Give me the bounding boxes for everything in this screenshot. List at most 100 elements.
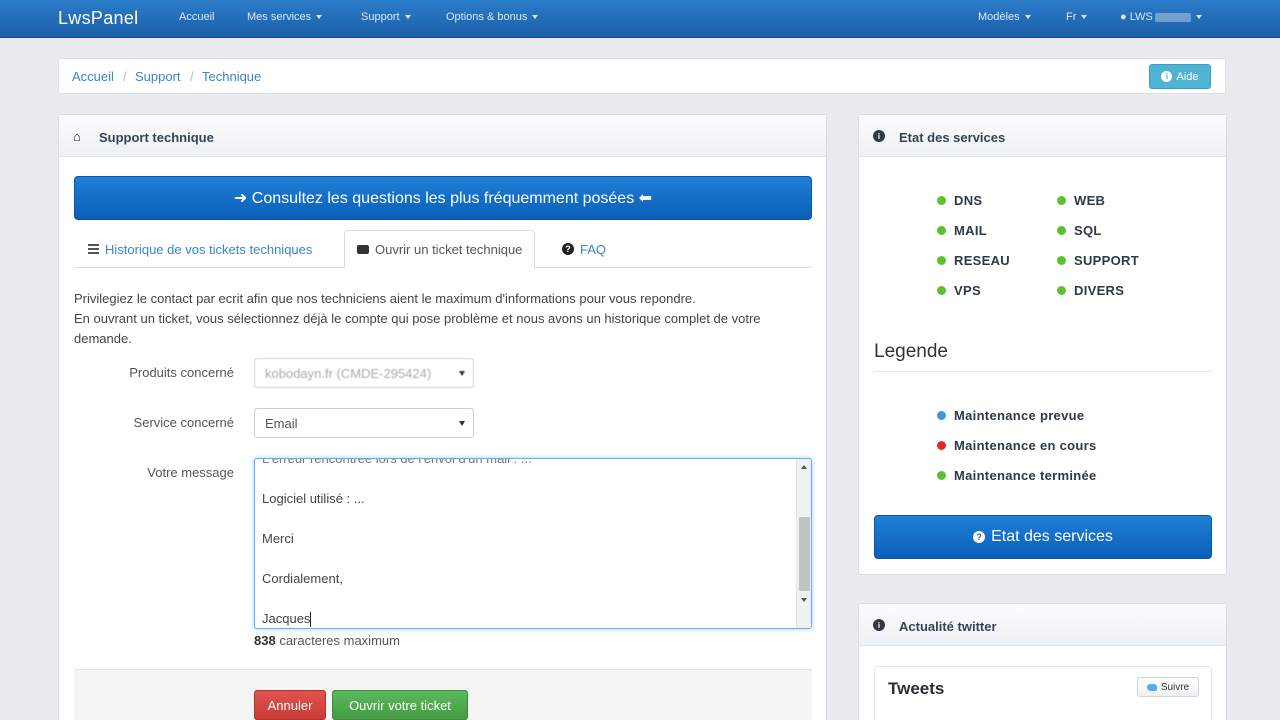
char-counter-text: caracteres maximum	[275, 633, 400, 648]
nav-user-menu[interactable]: ● LWS	[1120, 11, 1202, 23]
status-ok-icon	[937, 196, 946, 205]
legend-label: Maintenance en cours	[954, 438, 1097, 453]
twitter-panel-title: Actualité twitter	[899, 619, 997, 634]
nav-user-label: LWS	[1129, 11, 1153, 23]
nav-language-label: Fr	[1066, 11, 1077, 23]
user-icon: ●	[1120, 11, 1127, 23]
intro-text: Privilegiez le contact par ecrit afin qu…	[74, 289, 794, 349]
help-button[interactable]: i Aide	[1149, 64, 1211, 89]
nav-options-label: Options & bonus	[446, 11, 528, 23]
breadcrumb-technique[interactable]: Technique	[202, 69, 261, 84]
service-status-sql: SQL	[1057, 223, 1102, 238]
nav-modeles[interactable]: Modèles	[978, 11, 1031, 23]
chevron-down-icon	[532, 15, 539, 20]
legend-label: Maintenance terminée	[954, 468, 1097, 483]
status-ok-icon	[1057, 256, 1066, 265]
cancel-button[interactable]: Annuler	[254, 690, 326, 720]
support-panel-header: ⌂ Support technique	[59, 115, 826, 157]
home-icon: ⌂	[73, 129, 81, 144]
twitter-panel-header: i Actualité twitter	[859, 604, 1226, 646]
service-status-vps: VPS	[937, 283, 981, 298]
help-button-label: Aide	[1176, 70, 1199, 83]
service-name: DNS	[954, 193, 983, 208]
nav-support[interactable]: Support	[361, 11, 411, 23]
product-select[interactable]: kobodayn.fr (CMDE-295424)	[254, 358, 474, 388]
intro-line-2: En ouvrant un ticket, vous sélectionnez …	[74, 311, 761, 346]
nav-mes-services-label: Mes services	[247, 11, 312, 23]
service-name: VPS	[954, 283, 981, 298]
service-select[interactable]: Email	[254, 408, 474, 438]
textarea-scrollbar[interactable]	[796, 459, 811, 628]
chevron-down-icon	[404, 15, 411, 20]
question-icon: ?	[562, 243, 574, 255]
top-navbar: LwsPanel Accueil Mes services Support Op…	[0, 0, 1280, 38]
legend-title: Legende	[874, 341, 948, 362]
chevron-down-icon	[1081, 15, 1088, 20]
legend-done: Maintenance terminée	[937, 468, 1097, 483]
nav-options-bonus[interactable]: Options & bonus	[446, 11, 539, 23]
nav-modeles-label: Modèles	[978, 11, 1020, 23]
breadcrumb-support[interactable]: Support	[135, 69, 181, 84]
service-status-dns: DNS	[937, 193, 982, 208]
status-ok-icon	[1057, 286, 1066, 295]
service-status-button[interactable]: ? Etat des services	[874, 515, 1212, 559]
service-status-support: SUPPORT	[1057, 253, 1139, 268]
info-icon: i	[873, 619, 885, 631]
status-ongoing-icon	[937, 441, 946, 450]
scrollbar-thumb[interactable]	[799, 517, 810, 591]
nav-mes-services[interactable]: Mes services	[247, 11, 323, 23]
tab-history[interactable]: Historique de vos tickets techniques	[76, 230, 324, 268]
service-status-button-label: Etat des services	[991, 528, 1113, 545]
question-icon: ?	[973, 531, 986, 543]
chevron-down-icon	[459, 371, 465, 376]
chevron-down-icon	[1024, 15, 1031, 20]
tab-open-ticket[interactable]: Ouvrir un ticket technique	[344, 230, 536, 269]
nav-support-label: Support	[361, 11, 400, 23]
legend-ongoing: Maintenance en cours	[937, 438, 1097, 453]
legend-planned: Maintenance prevue	[937, 408, 1084, 423]
chevron-down-icon	[1195, 15, 1202, 20]
product-label: Produits concerné	[129, 365, 234, 380]
service-name: RESEAU	[954, 253, 1010, 268]
status-ok-icon	[1057, 226, 1066, 235]
breadcrumb-separator: /	[190, 69, 194, 84]
user-name-redacted	[1154, 12, 1191, 22]
chevron-down-icon	[316, 15, 323, 20]
submit-ticket-button[interactable]: Ouvrir votre ticket	[332, 690, 468, 720]
tab-history-label: Historique de vos tickets techniques	[105, 241, 313, 257]
status-panel-title: Etat des services	[899, 130, 1006, 145]
status-planned-icon	[937, 411, 946, 420]
form-actions: Annuler Ouvrir votre ticket	[74, 669, 812, 720]
twitter-timeline: Tweets Suivre	[874, 666, 1212, 720]
service-status-web: WEB	[1057, 193, 1105, 208]
scroll-down-icon[interactable]	[801, 598, 807, 602]
nav-accueil[interactable]: Accueil	[179, 11, 214, 23]
char-counter-value: 838	[254, 633, 276, 648]
tweets-title: Tweets	[888, 679, 945, 698]
status-panel: i Etat des services DNS MAIL RESEAU VPS …	[858, 114, 1227, 575]
message-line: Logiciel utilisé : ...	[262, 491, 365, 506]
message-textarea[interactable]: L'erreur rencontrée lors de l'envoi d'un…	[254, 458, 812, 629]
brand-logo[interactable]: LwsPanel	[58, 8, 138, 29]
nav-language[interactable]: Fr	[1066, 11, 1088, 23]
breadcrumb-accueil[interactable]: Accueil	[72, 69, 114, 84]
message-line: Merci	[262, 531, 294, 546]
list-icon	[88, 244, 99, 254]
tab-faq[interactable]: ? FAQ	[550, 230, 618, 268]
status-ok-icon	[937, 256, 946, 265]
char-counter: 838 caracteres maximum	[254, 633, 400, 648]
support-panel-title: Support technique	[99, 130, 214, 145]
text-cursor	[310, 612, 312, 628]
tab-faq-label: FAQ	[580, 241, 607, 257]
info-icon: i	[873, 130, 885, 142]
faq-button[interactable]: ➜ Consultez les questions les plus fréqu…	[74, 176, 812, 220]
legend-divider	[874, 371, 1212, 372]
service-name: MAIL	[954, 223, 987, 238]
breadcrumb: Accueil / Support / Technique i Aide	[58, 58, 1226, 94]
service-status-divers: DIVERS	[1057, 283, 1124, 298]
status-panel-header: i Etat des services	[859, 115, 1226, 157]
service-status-mail: MAIL	[937, 223, 987, 238]
twitter-follow-button[interactable]: Suivre	[1137, 677, 1199, 697]
status-done-icon	[937, 471, 946, 480]
scroll-up-icon[interactable]	[801, 465, 807, 469]
